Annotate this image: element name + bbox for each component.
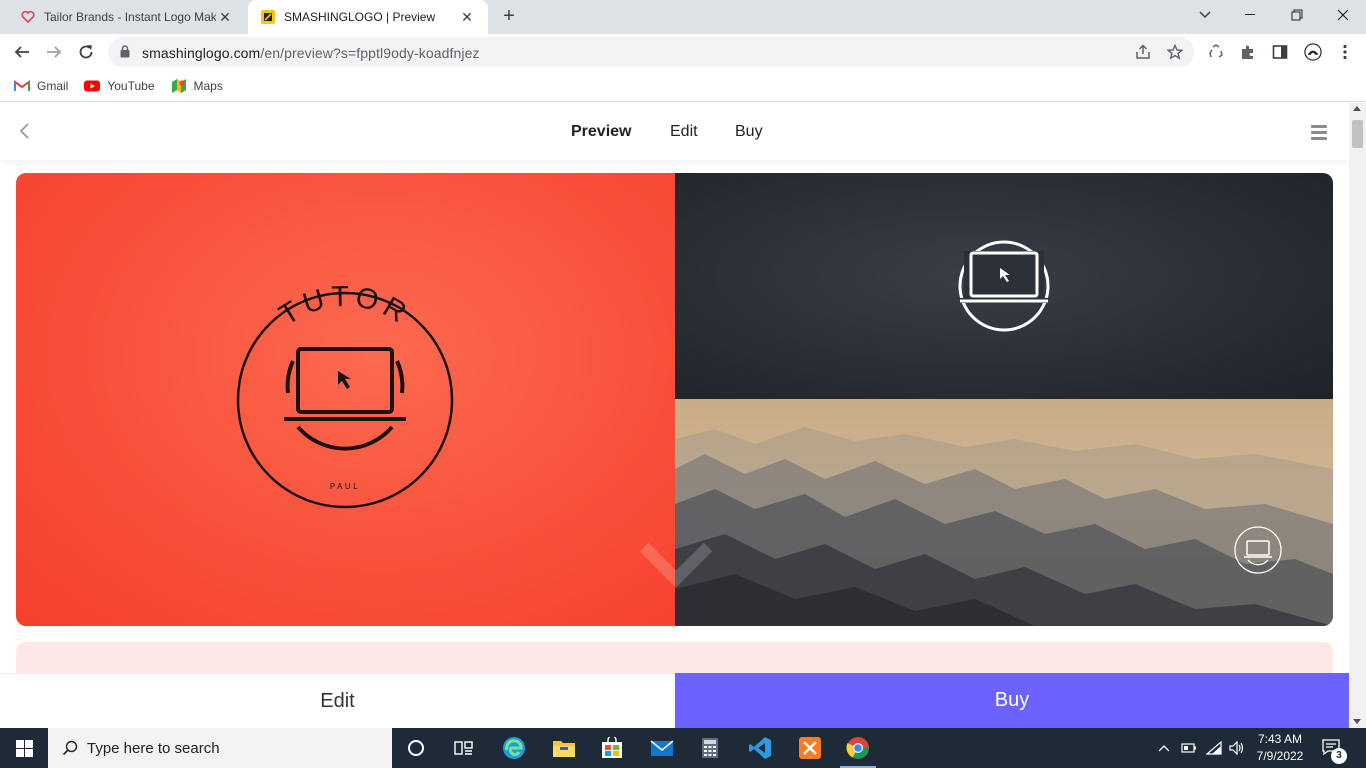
notification-count-badge: 3	[1331, 748, 1347, 764]
tab-title: Tailor Brands - Instant Logo Mak	[44, 10, 216, 24]
bookmark-label: Maps	[193, 78, 223, 93]
clock-date: 7/9/2022	[1256, 749, 1304, 763]
mountain-photo-mockup	[675, 399, 1333, 626]
search-icon	[62, 740, 78, 756]
bookmark-label: YouTube	[107, 78, 155, 93]
chrome-icon[interactable]	[834, 728, 882, 768]
tailor-brands-heart-icon	[20, 9, 36, 25]
bookmark-gmail[interactable]: Gmail	[14, 78, 68, 94]
battery-icon[interactable]	[1180, 728, 1198, 768]
new-tab-button[interactable]: +	[498, 6, 520, 28]
logo-dark-panel	[675, 173, 1333, 399]
scrollbar-thumb[interactable]	[1352, 120, 1363, 148]
page-viewport: Preview Edit Buy TUTOR PAUL Edit Buy	[0, 103, 1349, 728]
bookmark-maps[interactable]: Maps	[171, 78, 223, 94]
volume-icon[interactable]	[1228, 728, 1246, 768]
reload-icon[interactable]	[72, 38, 100, 66]
small-logo-watermark-icon	[1234, 526, 1282, 574]
nav-buy[interactable]: Buy	[735, 123, 763, 141]
scroll-down-chevron-icon[interactable]	[638, 541, 714, 594]
lock-icon	[120, 45, 130, 63]
close-tab-icon[interactable]: ✕	[458, 8, 476, 26]
logo-red-panel: TUTOR PAUL	[16, 173, 675, 626]
url-host: smashinglogo.com	[142, 45, 261, 61]
url-text: smashinglogo.com/en/preview?s=fpptl9ody-…	[142, 45, 480, 61]
side-panel-icon[interactable]	[1271, 43, 1289, 61]
task-view-icon[interactable]	[440, 728, 488, 768]
share-icon[interactable]	[1135, 44, 1151, 60]
logo-top-text: TUTOR	[274, 281, 416, 332]
site-header: Preview Edit Buy	[0, 103, 1349, 160]
microsoft-store-icon[interactable]	[588, 728, 636, 768]
taskbar-search-box[interactable]: Type here to search	[48, 728, 392, 768]
vscode-icon[interactable]	[736, 728, 784, 768]
minimize-icon[interactable]	[1228, 0, 1274, 30]
tab-title: SMASHINGLOGO | Preview	[284, 10, 436, 24]
back-icon[interactable]	[8, 38, 36, 66]
taskbar-clock[interactable]: 7:43 AM 7/9/2022	[1250, 731, 1310, 765]
browser-toolbar: smashinglogo.com/en/preview?s=fpptl9ody-…	[0, 34, 1366, 70]
maps-icon	[171, 78, 187, 94]
gmail-icon	[14, 78, 30, 94]
address-bar[interactable]: smashinglogo.com/en/preview?s=fpptl9ody-…	[108, 37, 1194, 67]
profile-avatar-icon[interactable]	[1304, 43, 1322, 61]
wifi-icon[interactable]	[1205, 728, 1223, 768]
sticky-action-bar: Edit Buy	[0, 673, 1349, 728]
tab-search-dropdown-icon[interactable]	[1182, 0, 1228, 30]
logo-bottom-text: PAUL	[330, 482, 360, 491]
edit-button[interactable]: Edit	[0, 673, 675, 728]
chrome-menu-icon[interactable]	[1336, 43, 1354, 61]
edge-icon[interactable]	[490, 728, 538, 768]
recycle-extension-icon[interactable]	[1207, 43, 1225, 61]
tab-tailor-brands[interactable]: Tailor Brands - Instant Logo Mak ✕	[8, 0, 246, 34]
windows-taskbar: Type here to search 7:43 AM 7/9/2022 3	[0, 728, 1366, 768]
restore-icon[interactable]	[1274, 0, 1320, 30]
url-path: /en/preview?s=fpptl9ody-koadfnjez	[260, 45, 480, 61]
back-chevron-icon[interactable]	[18, 122, 30, 145]
page-scrollbar[interactable]	[1349, 103, 1366, 728]
scroll-down-arrow-icon[interactable]	[1353, 719, 1361, 724]
nav-edit[interactable]: Edit	[670, 123, 698, 141]
laptop-logo-white-icon	[958, 240, 1050, 332]
search-placeholder: Type here to search	[87, 739, 220, 757]
clock-time: 7:43 AM	[1257, 732, 1303, 746]
windows-start-icon[interactable]	[0, 728, 48, 768]
show-hidden-icons-chevron-icon[interactable]	[1156, 728, 1172, 768]
tab-smashinglogo-preview[interactable]: SMASHINGLOGO | Preview ✕	[248, 0, 488, 34]
buy-button[interactable]: Buy	[675, 673, 1349, 728]
cortana-icon[interactable]	[392, 728, 440, 768]
bookmark-star-icon[interactable]	[1166, 43, 1184, 60]
forward-icon[interactable]	[40, 38, 68, 66]
hamburger-menu-icon[interactable]	[1311, 125, 1327, 143]
mail-icon[interactable]	[638, 728, 686, 768]
bookmark-youtube[interactable]: YouTube	[84, 78, 155, 94]
file-explorer-icon[interactable]	[540, 728, 588, 768]
xampp-icon[interactable]	[786, 728, 834, 768]
calculator-icon[interactable]	[686, 728, 734, 768]
logo-preview-card: TUTOR PAUL	[16, 173, 1333, 626]
bookmarks-bar: Gmail YouTube Maps	[0, 70, 1366, 102]
extensions-puzzle-icon[interactable]	[1239, 43, 1257, 61]
close-tab-icon[interactable]: ✕	[216, 8, 234, 26]
scroll-up-arrow-icon[interactable]	[1353, 106, 1361, 111]
bookmark-label: Gmail	[37, 78, 69, 93]
close-window-icon[interactable]	[1320, 0, 1366, 30]
browser-tab-strip: Tailor Brands - Instant Logo Mak ✕ SMASH…	[0, 0, 1366, 34]
smashinglogo-icon	[260, 9, 276, 25]
tutor-logo-emblem: TUTOR PAUL	[236, 281, 454, 509]
youtube-icon	[84, 78, 101, 94]
nav-preview[interactable]: Preview	[571, 123, 631, 141]
mountain-landscape-image	[675, 399, 1333, 626]
